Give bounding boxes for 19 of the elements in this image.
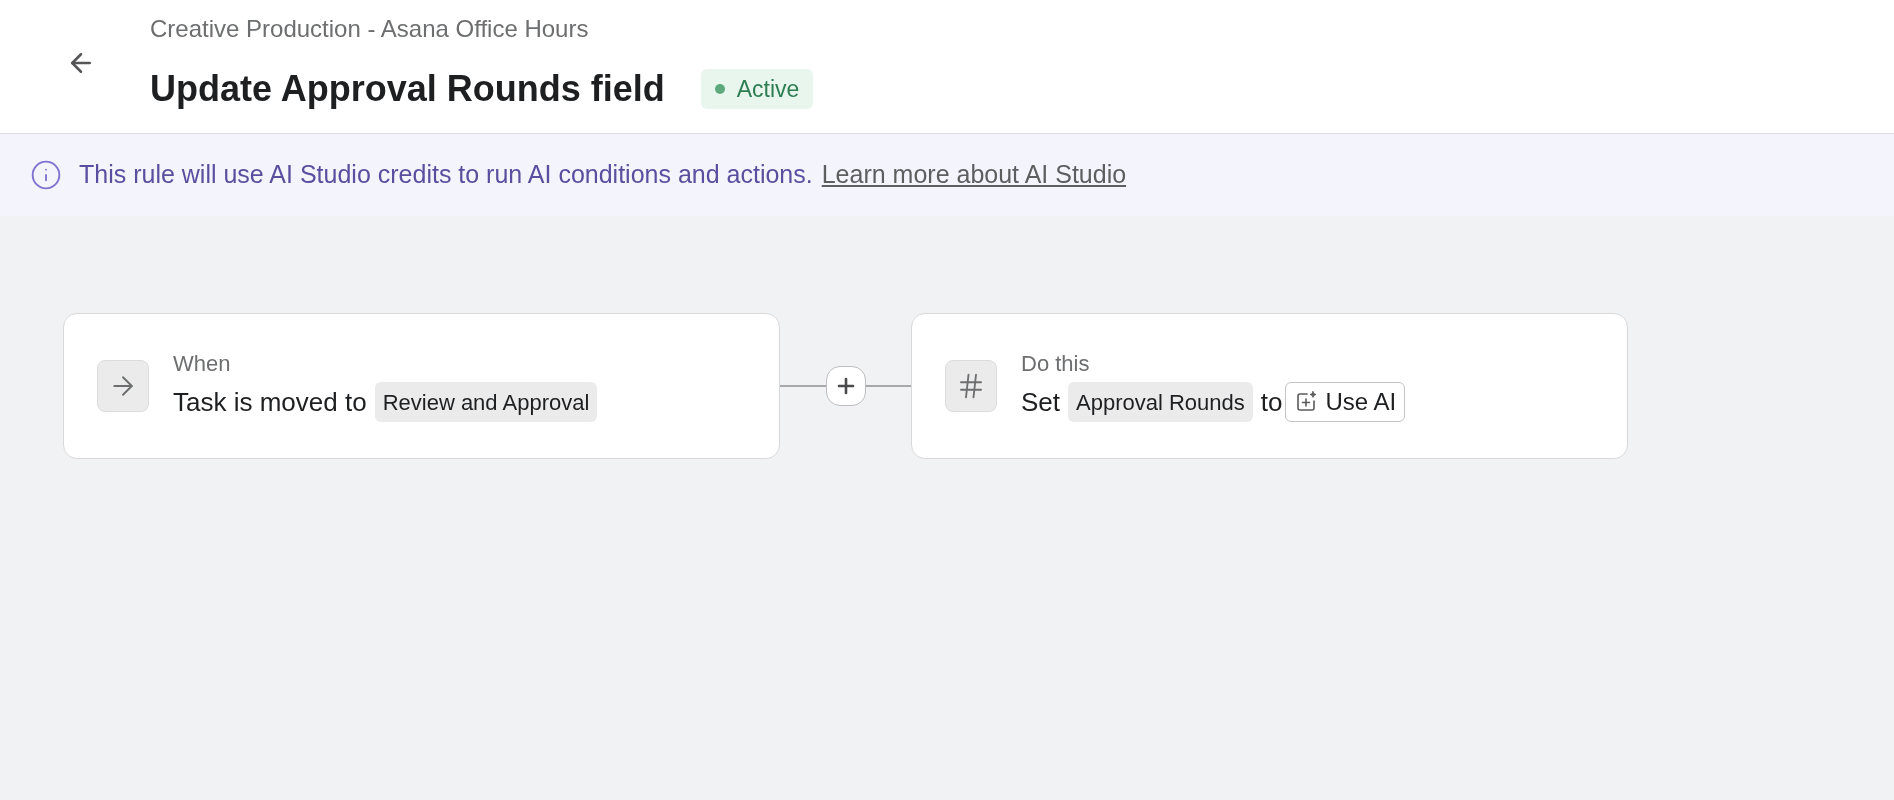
arrow-right-icon — [97, 360, 149, 412]
step-heading: Do this — [1021, 350, 1091, 378]
step-text: Set — [1021, 386, 1061, 419]
step-text: Task is moved to — [173, 386, 367, 419]
page-title: Update Approval Rounds field — [150, 67, 665, 111]
add-step-button[interactable] — [826, 366, 866, 406]
field-chip[interactable]: Review and Approval — [374, 382, 598, 422]
banner-text: This rule will use AI Studio credits to run AI conditions and actions. — [79, 159, 813, 191]
rule-step-card[interactable]: Do this Set Approval Rounds to Use AI — [911, 313, 1628, 459]
step-heading: When — [173, 350, 232, 378]
learn-more-link[interactable]: Learn more about AI Studio — [821, 156, 1127, 194]
use-ai-button[interactable]: Use AI — [1284, 382, 1406, 422]
status-label: Active — [736, 74, 800, 104]
hash-icon — [945, 360, 997, 412]
field-chip[interactable]: Approval Rounds — [1068, 382, 1253, 422]
rule-step-card[interactable]: When Task is moved to Review and Approval — [63, 313, 780, 459]
info-icon — [30, 159, 62, 191]
breadcrumb-text[interactable]: Creative Production - Asana Office Hours — [150, 13, 814, 45]
step-text: to — [1260, 386, 1283, 419]
